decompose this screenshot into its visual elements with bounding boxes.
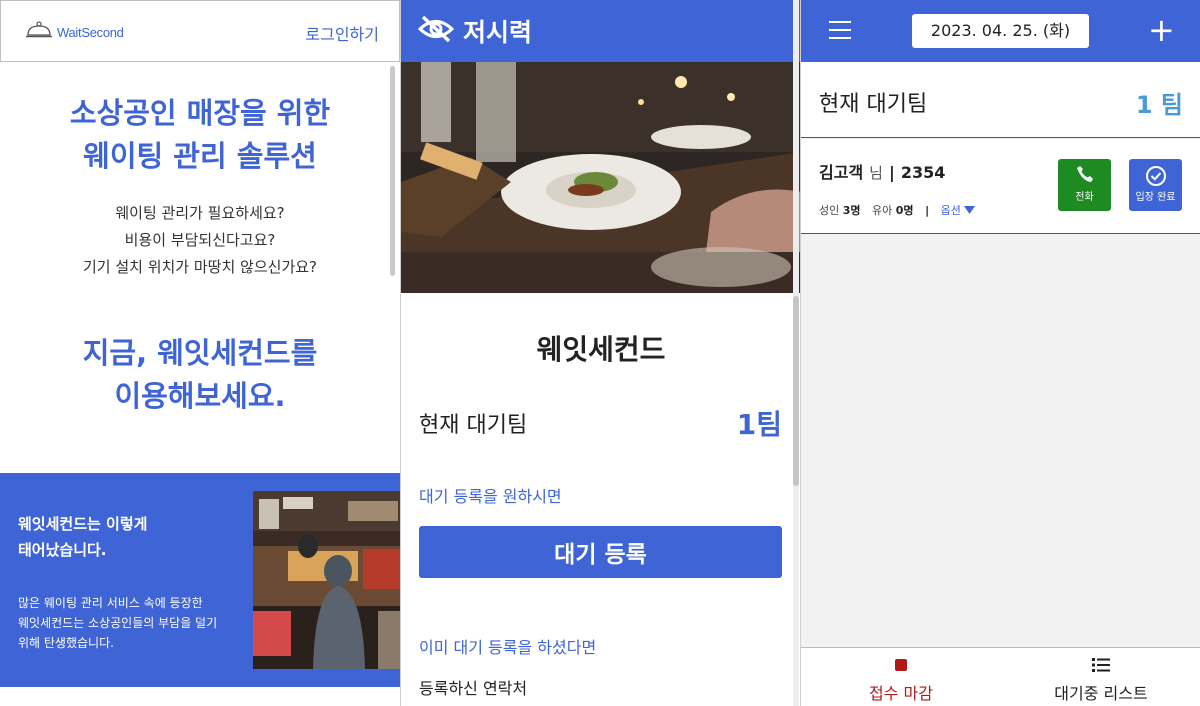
- wait-summary: 현재 대기팀 1 팀: [801, 62, 1200, 138]
- hero-line: 기기 설치 위치가 마땅치 않으신가요?: [82, 258, 318, 276]
- call-button[interactable]: 전화: [1058, 159, 1111, 211]
- hero-line: 비용이 부담되신다고요?: [124, 231, 276, 249]
- restaurant-counter-photo: [253, 491, 400, 669]
- landing-header: WaitSecond 로그인하기: [0, 0, 400, 62]
- separator: |: [925, 204, 930, 217]
- hero-line: 웨이팅 관리가 필요하세요?: [115, 204, 285, 222]
- call-label: 전화: [1075, 192, 1094, 203]
- hero-title: 소상공인 매장을 위한 웨이팅 관리 솔루션: [0, 92, 400, 178]
- date-selector[interactable]: 2023. 04. 25. (화): [912, 14, 1089, 48]
- tab-waiting-list[interactable]: 대기중 리스트: [1001, 648, 1200, 706]
- tab-close-reception[interactable]: 접수 마감: [801, 648, 1001, 706]
- wait-label: 현재 대기팀: [419, 413, 528, 438]
- wait-count: 1팀: [736, 408, 782, 441]
- separator: |: [888, 163, 895, 182]
- cta-line: 이용해보세요.: [114, 379, 286, 413]
- store-panel: 저시력 웨잇세컨드 현재 대기팀 1팀 대기 등록을 원하시면 대기 등록 이미…: [400, 0, 800, 706]
- scrollbar-thumb[interactable]: [793, 296, 799, 486]
- page-title: 웨잇세컨드: [536, 333, 666, 366]
- caret-down-icon: [964, 204, 976, 217]
- adult-count: 3명: [842, 204, 861, 217]
- store-name: 저시력: [463, 18, 533, 47]
- store-header: 저시력: [401, 0, 800, 62]
- guest-name: 김고객: [819, 163, 864, 182]
- scrollbar[interactable]: [390, 66, 395, 276]
- hero-title-line: 소상공인 매장을 위한: [69, 96, 331, 130]
- guest-honorific: 님: [869, 164, 883, 182]
- story-body-line: 위해 탄생했습니다.: [18, 636, 114, 650]
- hamburger-icon[interactable]: [829, 21, 853, 41]
- child-count: 0명: [895, 204, 914, 217]
- entry-complete-button[interactable]: 입장 완료: [1129, 159, 1182, 211]
- contact-label: 등록하신 연락처: [419, 679, 528, 698]
- story-body-line: 웨잇세컨드는 소상공인들의 부담을 덜기: [18, 616, 218, 630]
- logo[interactable]: WaitSecond: [25, 21, 124, 43]
- cloche-icon: [25, 21, 53, 43]
- cta-line: 지금, 웨잇세컨드를: [82, 336, 318, 370]
- admin-header: 2023. 04. 25. (화) +: [801, 0, 1200, 62]
- hero-cta: 지금, 웨잇세컨드를 이용해보세요.: [0, 332, 400, 418]
- tab-label: 대기중 리스트: [1054, 684, 1148, 703]
- list-item: 김고객 님 | 2354 성인 3명 유아 0명 | 옵션 전화 입장 완료: [801, 139, 1200, 234]
- already-registered-prompt: 이미 대기 등록을 하셨다면: [419, 638, 597, 657]
- story-title: 웨잇세컨드는 이렇게 태어났습니다.: [18, 511, 147, 563]
- hero-title-line: 웨이팅 관리 솔루션: [83, 139, 317, 173]
- register-prompt: 대기 등록을 원하시면: [419, 487, 562, 506]
- stop-square-icon: [801, 658, 1001, 672]
- landing-panel: WaitSecond 로그인하기 소상공인 매장을 위한 웨이팅 관리 솔루션 …: [0, 0, 400, 706]
- add-button[interactable]: +: [1148, 14, 1175, 46]
- adult-label: 성인: [819, 204, 840, 217]
- hero-description: 웨이팅 관리가 필요하세요? 비용이 부담되신다고요? 기기 설치 위치가 마땅…: [0, 200, 400, 281]
- register-button[interactable]: 대기 등록: [419, 526, 782, 578]
- entry-complete-label: 입장 완료: [1135, 192, 1176, 203]
- guest-name-line: 김고객 님 | 2354: [819, 159, 945, 183]
- login-link[interactable]: 로그인하기: [305, 21, 379, 45]
- check-circle-icon: [1129, 165, 1182, 187]
- eye-slash-icon: [417, 14, 455, 48]
- guest-number: 2354: [900, 163, 946, 182]
- story-body-line: 많은 웨이팅 관리 서비스 속에 등장한: [18, 596, 203, 610]
- story-body: 많은 웨이팅 관리 서비스 속에 등장한 웨잇세컨드는 소상공인들의 부담을 덜…: [18, 593, 217, 653]
- phone-icon: [1058, 165, 1111, 183]
- story-title-line: 웨잇세컨드는 이렇게: [18, 515, 148, 533]
- logo-text: WaitSecond: [57, 24, 124, 40]
- wait-label: 현재 대기팀: [819, 92, 928, 117]
- list-icon: [1001, 658, 1200, 672]
- bottom-nav: 접수 마감 대기중 리스트: [801, 647, 1200, 706]
- story-section: 웨잇세컨드는 이렇게 태어났습니다. 많은 웨이팅 관리 서비스 속에 등장한 …: [0, 473, 400, 687]
- guest-detail: 성인 3명 유아 0명 | 옵션: [819, 202, 976, 218]
- option-label: 옵션: [940, 204, 961, 217]
- option-toggle[interactable]: 옵션: [941, 204, 976, 217]
- restaurant-table-photo: [401, 62, 800, 293]
- tab-label: 접수 마감: [869, 684, 933, 703]
- story-title-line: 태어났습니다.: [18, 541, 107, 559]
- child-label: 유아: [872, 204, 893, 217]
- wait-count: 1 팀: [1135, 91, 1183, 119]
- admin-panel: 2023. 04. 25. (화) + 현재 대기팀 1 팀 김고객 님 | 2354…: [800, 0, 1200, 706]
